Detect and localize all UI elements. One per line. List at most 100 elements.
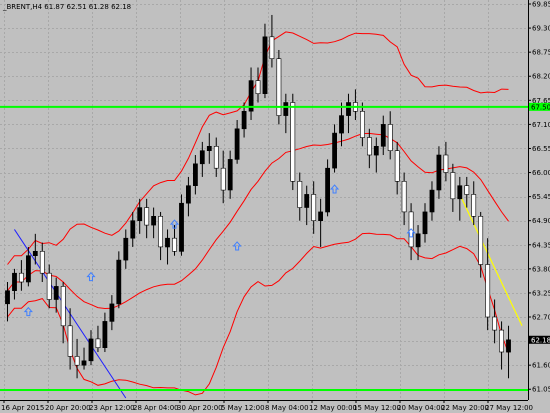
candle-body[interactable] — [116, 259, 122, 305]
time-tick-label: 27 May 12:00 — [485, 404, 533, 412]
candle-body[interactable] — [179, 202, 184, 252]
candle-body[interactable] — [373, 146, 379, 156]
candle-body[interactable] — [394, 150, 400, 182]
candle-body[interactable] — [39, 251, 45, 274]
candle-body[interactable] — [464, 185, 470, 195]
candle-body[interactable] — [234, 128, 240, 160]
last-price-label: 62.18 — [531, 336, 550, 344]
candle-body[interactable] — [151, 216, 156, 226]
candle-body[interactable] — [339, 115, 344, 134]
price-axis: 69.8569.3068.7568.2067.6567.1066.5566.00… — [528, 1, 550, 394]
candle-body[interactable] — [478, 216, 484, 265]
price-tick-label: 64.35 — [532, 241, 550, 249]
time-tick-label: 16 Apr 2015 — [1, 404, 44, 412]
candle-body[interactable] — [485, 264, 491, 318]
candle-body[interactable] — [95, 338, 101, 348]
candle-body[interactable] — [380, 124, 386, 147]
candle-body[interactable] — [67, 325, 73, 357]
candle-body[interactable] — [269, 36, 275, 59]
candle-body[interactable] — [220, 167, 226, 191]
level-price-label: 67.50 — [531, 103, 550, 111]
price-tick-label: 61.60 — [532, 362, 550, 370]
candle-body[interactable] — [471, 194, 477, 217]
candle-body[interactable] — [5, 290, 10, 305]
candle-body[interactable] — [165, 237, 170, 248]
time-axis: 16 Apr 2015 20 Apr 20:0023 Apr 12:0028 Ap… — [1, 400, 533, 412]
candle-body[interactable] — [102, 321, 108, 348]
price-tick-label: 66.00 — [532, 169, 550, 177]
candle-body[interactable] — [74, 356, 80, 366]
candle-body[interactable] — [206, 146, 212, 152]
candle-body[interactable] — [186, 185, 191, 204]
candle-body[interactable] — [290, 102, 296, 182]
candle-body[interactable] — [366, 137, 372, 156]
candle-body[interactable] — [346, 102, 351, 116]
time-tick-label: 22 May 20:00 — [441, 404, 489, 412]
candle-body[interactable] — [193, 163, 198, 187]
price-tick-label: 69.30 — [532, 25, 550, 33]
price-tick-label: 68.75 — [532, 49, 550, 57]
candle-body[interactable] — [332, 132, 337, 169]
time-tick-label: 5 May 12:00 — [221, 404, 265, 412]
candle-body[interactable] — [422, 211, 428, 235]
candle-body[interactable] — [213, 146, 219, 169]
candle-body[interactable] — [255, 80, 261, 94]
candle-body[interactable] — [88, 338, 94, 362]
candle-body[interactable] — [506, 339, 511, 353]
candle-body[interactable] — [304, 194, 310, 208]
candle-body[interactable] — [144, 207, 150, 226]
candle-body[interactable] — [227, 159, 233, 191]
candle-body[interactable] — [387, 124, 393, 152]
candle-body[interactable] — [123, 237, 129, 261]
candle-body[interactable] — [450, 172, 456, 200]
candle-body[interactable] — [429, 189, 435, 213]
candle-body[interactable] — [283, 102, 289, 116]
candle-body[interactable] — [311, 194, 317, 221]
candle-body[interactable] — [109, 303, 115, 322]
chart-header: _BRENT,H4 61.87 62.51 61.28 62.18 — [2, 3, 131, 11]
time-tick-label: 23 Apr 12:00 — [89, 404, 135, 412]
candle-body[interactable] — [401, 181, 407, 213]
time-tick-label: 20 May 04:00 — [397, 404, 445, 412]
candle-body[interactable] — [25, 255, 31, 283]
candle-body[interactable] — [492, 316, 497, 331]
candle-body[interactable] — [436, 154, 442, 191]
candle-body[interactable] — [46, 272, 52, 300]
candle-body[interactable] — [499, 329, 504, 353]
chart-canvas[interactable]: 69.8569.3068.7568.2067.6567.1066.5566.00… — [0, 0, 550, 413]
time-tick-label: 8 May 04:00 — [265, 404, 309, 412]
candle-body[interactable] — [158, 216, 163, 248]
candle-body[interactable] — [12, 272, 17, 292]
candle-body[interactable] — [137, 207, 143, 222]
chart-window[interactable]: 69.85 69.30 68.75 68.20 67.65 67.10 66.55 66.00… — [0, 0, 550, 413]
price-tick-label: 62.70 — [532, 314, 550, 322]
candle-body[interactable] — [297, 181, 303, 208]
candle-body[interactable] — [415, 233, 421, 248]
price-tick-label: 65.45 — [532, 193, 550, 201]
time-tick-label: 30 Apr 20:00 — [177, 404, 223, 412]
candle-body[interactable] — [199, 150, 205, 165]
candle-body[interactable] — [457, 185, 463, 200]
candle-body[interactable] — [325, 167, 330, 213]
time-tick-label: 12 May 00:00 — [309, 404, 357, 412]
price-tick-label: 68.20 — [532, 73, 550, 81]
candle-body[interactable] — [443, 154, 449, 173]
candle-body[interactable] — [241, 111, 247, 130]
candle-body[interactable] — [81, 360, 87, 366]
candle-body[interactable] — [60, 286, 66, 327]
price-tick-label: 66.55 — [532, 145, 550, 153]
candle-body[interactable] — [18, 272, 24, 283]
candle-body[interactable] — [359, 111, 365, 138]
time-tick-label: 28 Apr 04:00 — [133, 404, 179, 412]
price-tick-label: 63.80 — [532, 265, 550, 273]
price-tick-label: 69.85 — [532, 1, 550, 9]
price-tick-label: 61.05 — [532, 386, 550, 394]
candle-body[interactable] — [32, 251, 38, 257]
candle-body[interactable] — [53, 286, 59, 300]
candle-body[interactable] — [130, 220, 136, 239]
price-tick-label: 64.90 — [532, 217, 550, 225]
price-tick-label: 63.25 — [532, 289, 550, 297]
candle-body[interactable] — [318, 211, 323, 221]
candle-body[interactable] — [262, 36, 268, 95]
candle-body[interactable] — [172, 237, 177, 252]
